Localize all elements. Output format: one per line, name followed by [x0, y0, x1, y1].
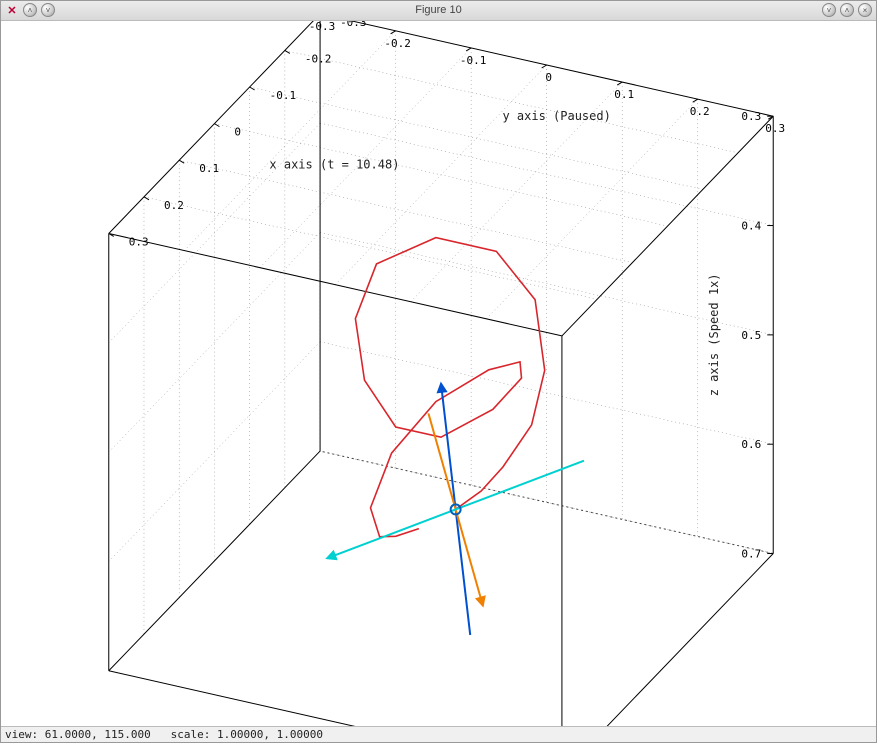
svg-text:0: 0	[545, 71, 552, 84]
svg-text:0.7: 0.7	[741, 547, 761, 560]
status-view-az: 115.000	[104, 728, 150, 741]
window-title: Figure 10	[55, 4, 822, 16]
svg-text:0: 0	[234, 125, 241, 138]
svg-text:0.2: 0.2	[164, 199, 184, 212]
svg-text:-0.3: -0.3	[309, 21, 336, 33]
svg-text:-0.3: -0.3	[340, 21, 367, 29]
svg-text:0.3: 0.3	[129, 235, 149, 248]
svg-text:y axis (Paused): y axis (Paused)	[502, 109, 610, 123]
titlebar-right: ˅ ˄ ×	[822, 3, 872, 17]
status-scale-x: 1.00000	[217, 728, 263, 741]
svg-text:0.4: 0.4	[741, 219, 761, 232]
status-scale-label: scale:	[171, 728, 211, 741]
maximize-button[interactable]: ˄	[840, 3, 854, 17]
figure-window: ✕ ˄ ˅ Figure 10 ˅ ˄ × 0.3 0.4 0.5 0.6 0.7 -0.…	[0, 0, 877, 743]
svg-text:-0.2: -0.2	[384, 37, 411, 50]
plot-svg: 0.3 0.4 0.5 0.6 0.7 -0.3 -0.2 -0.1 0 0.1 0.2 0.3 -0.…	[1, 21, 876, 726]
svg-text:-0.1: -0.1	[270, 89, 297, 102]
status-view-label: view:	[5, 728, 38, 741]
close-button[interactable]: ×	[858, 3, 872, 17]
svg-text:0.1: 0.1	[614, 88, 634, 101]
status-scale-comma: ,	[263, 728, 270, 741]
svg-text:0.3: 0.3	[741, 110, 761, 123]
minimize-button[interactable]: ˅	[822, 3, 836, 17]
statusbar: view: 61.0000 , 115.000 scale: 1.00000 ,…	[1, 726, 876, 742]
svg-text:0.3: 0.3	[765, 122, 785, 135]
svg-text:0.2: 0.2	[690, 105, 710, 118]
app-icon: ✕	[5, 3, 19, 17]
status-view-comma: ,	[91, 728, 98, 741]
titlebar-button-down[interactable]: ˅	[41, 3, 55, 17]
svg-text:0.1: 0.1	[199, 162, 219, 175]
titlebar-button-up[interactable]: ˄	[23, 3, 37, 17]
svg-text:-0.2: -0.2	[305, 52, 332, 65]
titlebar[interactable]: ✕ ˄ ˅ Figure 10 ˅ ˄ ×	[1, 1, 876, 21]
titlebar-left: ✕ ˄ ˅	[5, 3, 55, 17]
status-view-el: 61.0000	[45, 728, 91, 741]
svg-text:x axis (t = 10.48): x axis (t = 10.48)	[269, 157, 399, 171]
plot-area[interactable]: 0.3 0.4 0.5 0.6 0.7 -0.3 -0.2 -0.1 0 0.1 0.2 0.3 -0.…	[1, 21, 876, 726]
svg-text:0.5: 0.5	[741, 329, 761, 342]
svg-text:0.6: 0.6	[741, 438, 761, 451]
svg-text:z axis (Speed 1x): z axis (Speed 1x)	[707, 273, 721, 396]
status-scale-y: 1.00000	[277, 728, 323, 741]
svg-text:-0.1: -0.1	[460, 54, 487, 67]
